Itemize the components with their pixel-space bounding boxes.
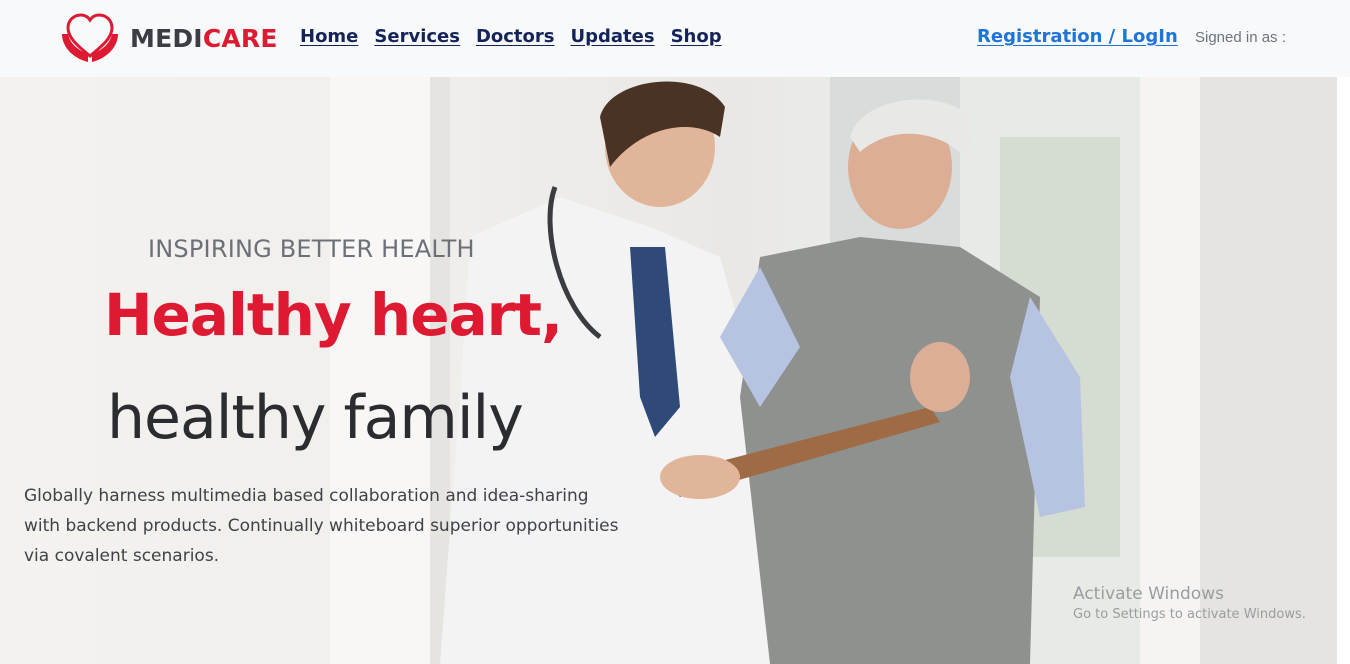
nav-link-services[interactable]: Services [374, 26, 460, 47]
hero-description: Globally harness multimedia based collab… [24, 486, 619, 566]
registration-login-link[interactable]: Registration / LogIn [977, 26, 1178, 47]
hero-banner: INSPIRING BETTER HEALTH Healthy heart, h… [0, 77, 1337, 664]
nav-link-updates[interactable]: Updates [571, 26, 655, 47]
hero-eyebrow: INSPIRING BETTER HEALTH [148, 235, 475, 263]
hero-title-line-2: healthy family [107, 383, 524, 453]
brand-name: MEDICARE [130, 23, 278, 53]
brand-logo[interactable]: MEDICARE [58, 12, 278, 64]
nav-link-doctors[interactable]: Doctors [476, 26, 555, 47]
navbar: MEDICARE Home Services Doctors Updates S… [0, 0, 1350, 77]
main-nav: Home Services Doctors Updates Shop [300, 26, 722, 47]
nav-link-home[interactable]: Home [300, 26, 358, 47]
activate-windows-watermark: Activate Windows Go to Settings to activ… [1073, 584, 1306, 622]
watermark-subtitle: Go to Settings to activate Windows. [1073, 607, 1306, 622]
watermark-title: Activate Windows [1073, 584, 1224, 604]
nav-link-shop[interactable]: Shop [671, 26, 722, 47]
hero-background-image [330, 77, 1337, 664]
hands-heart-icon [62, 13, 118, 62]
hero-title-line-1: Healthy heart, [104, 281, 563, 349]
page-scrollbar-track[interactable] [1337, 77, 1350, 664]
signed-in-label: Signed in as : [1195, 29, 1286, 46]
